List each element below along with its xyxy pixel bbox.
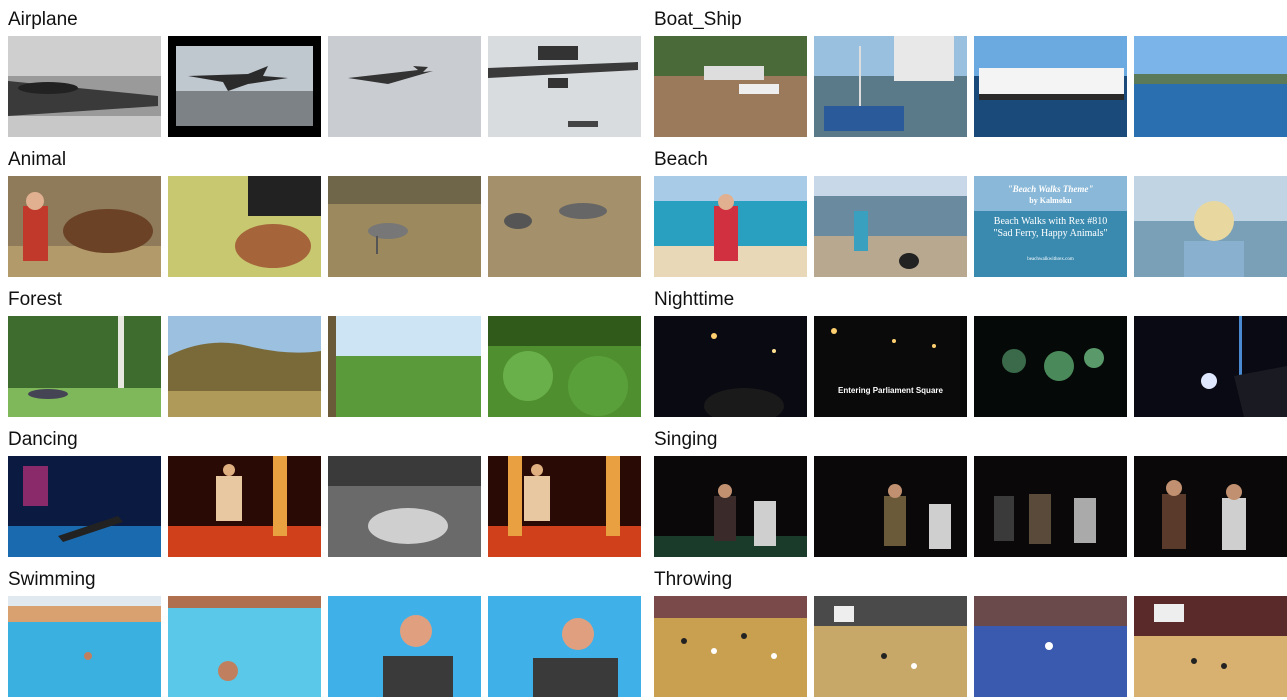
video-frame[interactable]: [488, 176, 641, 277]
category-airplane: Airplane: [8, 0, 648, 140]
video-frame[interactable]: [488, 316, 641, 417]
category-label: Singing: [654, 429, 718, 450]
category-beach: Beach "Beach Walks Theme" by Kalmoku Bea…: [654, 140, 1287, 280]
frame-strip: [654, 36, 1287, 137]
video-frame[interactable]: [168, 596, 321, 697]
category-label: Swimming: [8, 569, 96, 590]
frame-strip: [8, 176, 641, 277]
left-column: Airplane Animal Forest Dancing Swimming: [8, 0, 648, 700]
frame-caption: Entering Parliament Square: [838, 386, 943, 395]
video-frame[interactable]: [654, 456, 807, 557]
frame-strip: [8, 36, 641, 137]
video-frame[interactable]: [328, 36, 481, 137]
video-frame[interactable]: [1134, 176, 1287, 277]
video-frame[interactable]: [8, 456, 161, 557]
category-boat-ship: Boat_Ship: [654, 0, 1287, 140]
category-label: Forest: [8, 289, 62, 310]
video-frame[interactable]: [1134, 36, 1287, 137]
video-frame[interactable]: [654, 316, 807, 417]
frame-strip: Entering Parliament Square: [654, 316, 1287, 417]
video-frame[interactable]: [654, 36, 807, 137]
frame-strip: [8, 456, 641, 557]
frame-strip: [8, 596, 641, 697]
video-frame[interactable]: [1134, 596, 1287, 697]
right-column: Boat_Ship Beach "Beach Walks Theme" by K…: [654, 0, 1287, 700]
frame-strip: [8, 316, 641, 417]
frame-strip: [654, 456, 1287, 557]
video-frame[interactable]: [974, 36, 1127, 137]
category-nighttime: Nighttime Entering Parliament Square: [654, 280, 1287, 420]
video-frame[interactable]: [328, 176, 481, 277]
category-forest: Forest: [8, 280, 648, 420]
category-label: Beach: [654, 149, 708, 170]
video-frame[interactable]: [168, 176, 321, 277]
video-frame[interactable]: [488, 456, 641, 557]
video-frame[interactable]: [168, 456, 321, 557]
frame-strip: "Beach Walks Theme" by Kalmoku Beach Wal…: [654, 176, 1287, 277]
category-swimming: Swimming: [8, 560, 648, 700]
video-frame[interactable]: [168, 316, 321, 417]
category-label: Dancing: [8, 429, 78, 450]
video-frame[interactable]: [974, 456, 1127, 557]
category-label: Animal: [8, 149, 67, 170]
category-label: Nighttime: [654, 289, 735, 310]
frame-strip: [654, 596, 1287, 697]
video-frame[interactable]: [488, 36, 641, 137]
video-frame[interactable]: [814, 36, 967, 137]
video-frame[interactable]: [8, 316, 161, 417]
video-frame[interactable]: [328, 316, 481, 417]
category-throwing: Throwing: [654, 560, 1287, 700]
video-frame[interactable]: [328, 596, 481, 697]
video-frame[interactable]: [8, 596, 161, 697]
video-frame[interactable]: [814, 456, 967, 557]
video-frame[interactable]: Entering Parliament Square: [814, 316, 967, 417]
video-frame[interactable]: [654, 176, 807, 277]
video-frame[interactable]: [974, 316, 1127, 417]
video-frame[interactable]: [488, 596, 641, 697]
video-frame[interactable]: [814, 176, 967, 277]
video-frame[interactable]: [168, 36, 321, 137]
category-animal: Animal: [8, 140, 648, 280]
category-dancing: Dancing: [8, 420, 648, 560]
video-frame[interactable]: [8, 36, 161, 137]
video-frame[interactable]: [8, 176, 161, 277]
video-frame[interactable]: [1134, 456, 1287, 557]
video-frame[interactable]: "Beach Walks Theme" by Kalmoku Beach Wal…: [974, 176, 1127, 277]
video-frame[interactable]: [1134, 316, 1287, 417]
video-frame[interactable]: [974, 596, 1127, 697]
category-label: Boat_Ship: [654, 9, 742, 30]
category-label: Airplane: [8, 9, 78, 30]
video-frame[interactable]: [654, 596, 807, 697]
category-label: Throwing: [654, 569, 733, 590]
video-frame[interactable]: [814, 596, 967, 697]
frame-overlay-text: "Beach Walks Theme" by Kalmoku Beach Wal…: [993, 184, 1108, 262]
category-singing: Singing: [654, 420, 1287, 560]
video-frame[interactable]: [328, 456, 481, 557]
